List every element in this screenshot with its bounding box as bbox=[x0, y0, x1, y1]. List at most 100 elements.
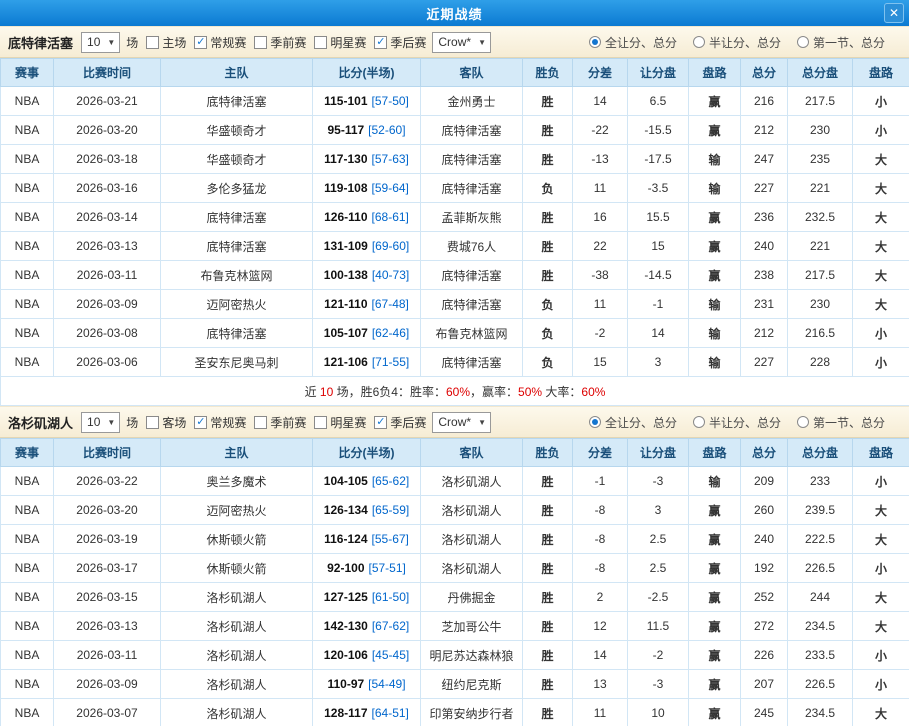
table-row: NBA2026-03-06圣安东尼奥马刺121-106[71-55]底特律活塞负… bbox=[1, 348, 909, 377]
column-header: 让分盘 bbox=[628, 59, 689, 87]
cell-away-team: 明尼苏达森林狼 bbox=[421, 641, 523, 670]
stat-mode-radio[interactable]: 全让分、总分 bbox=[589, 414, 677, 431]
cell-total-result: 大 bbox=[853, 525, 909, 554]
filter-checkbox[interactable]: 客场 bbox=[146, 414, 186, 431]
cell-date: 2026-03-08 bbox=[54, 319, 161, 348]
summary-segment: 10 bbox=[320, 385, 333, 399]
cell-home-team: 迈阿密热火 bbox=[161, 496, 313, 525]
team-name: 洛杉矶湖人 bbox=[8, 413, 73, 432]
cell-score: 92-100[57-51] bbox=[313, 554, 421, 583]
cell-total-points: 245 bbox=[741, 699, 788, 726]
full-score: 119-108 bbox=[324, 181, 367, 195]
table-row: NBA2026-03-16多伦多猛龙119-108[59-64]底特律活塞负11… bbox=[1, 174, 909, 203]
checkbox-label: 季后赛 bbox=[390, 414, 426, 431]
table-row: NBA2026-03-09洛杉矶湖人110-97[54-49]纽约尼克斯胜13-… bbox=[1, 670, 909, 699]
odds-company-select[interactable]: Crow*▼ bbox=[432, 412, 491, 433]
half-score: [68-61] bbox=[372, 210, 409, 224]
filter-checkbox[interactable]: 明星赛 bbox=[314, 34, 366, 51]
checkbox-label: 主场 bbox=[162, 34, 186, 51]
column-header: 客队 bbox=[421, 59, 523, 87]
checkbox-checked-icon: ✓ bbox=[374, 36, 387, 49]
cell-total-line: 230 bbox=[788, 116, 853, 145]
stat-mode-radio[interactable]: 半让分、总分 bbox=[693, 34, 781, 51]
chevron-down-icon: ▼ bbox=[107, 38, 115, 47]
cell-away-team: 芝加哥公牛 bbox=[421, 612, 523, 641]
odds-company-select[interactable]: Crow*▼ bbox=[432, 32, 491, 53]
cell-score: 126-110 [68-61] bbox=[313, 203, 421, 232]
filter-checkbox[interactable]: 季前赛 bbox=[254, 414, 306, 431]
cell-score: 126-134[65-59] bbox=[313, 496, 421, 525]
filter-checkbox[interactable]: 明星赛 bbox=[314, 414, 366, 431]
cell-league: NBA bbox=[1, 467, 54, 496]
cell-home-team: 华盛顿奇才 bbox=[161, 116, 313, 145]
half-score: [67-62] bbox=[372, 619, 409, 633]
filter-checkbox[interactable]: 季前赛 bbox=[254, 34, 306, 51]
full-score: 131-109 bbox=[324, 239, 368, 253]
column-header: 主队 bbox=[161, 439, 313, 467]
cell-date: 2026-03-16 bbox=[54, 174, 161, 203]
chevron-down-icon: ▼ bbox=[478, 38, 486, 47]
stat-mode-radio[interactable]: 半让分、总分 bbox=[693, 414, 781, 431]
cell-score: 115-101[57-50] bbox=[313, 87, 421, 116]
radio-label: 第一节、总分 bbox=[813, 34, 885, 51]
column-header: 比赛时间 bbox=[54, 59, 161, 87]
filter-checkbox[interactable]: ✓常规赛 bbox=[194, 414, 246, 431]
checkbox-unchecked-icon bbox=[314, 416, 327, 429]
filter-checkbox[interactable]: ✓季后赛 bbox=[374, 414, 426, 431]
cell-date: 2026-03-09 bbox=[54, 290, 161, 319]
column-header: 比赛时间 bbox=[54, 439, 161, 467]
table-row: NBA2026-03-22奥兰多魔术104-105[65-62]洛杉矶湖人胜-1… bbox=[1, 467, 909, 496]
cell-away-team: 纽约尼克斯 bbox=[421, 670, 523, 699]
column-header: 客队 bbox=[421, 439, 523, 467]
cell-date: 2026-03-07 bbox=[54, 699, 161, 726]
cell-handicap-result: 赢 bbox=[689, 641, 741, 670]
cell-point-diff: 2 bbox=[573, 583, 628, 612]
cell-total-result: 小 bbox=[853, 87, 909, 116]
cell-home-team: 多伦多猛龙 bbox=[161, 174, 313, 203]
cell-point-diff: -8 bbox=[573, 525, 628, 554]
table-row: NBA2026-03-18华盛顿奇才117-130[57-63]底特律活塞胜-1… bbox=[1, 145, 909, 174]
cell-handicap-line: -17.5 bbox=[628, 145, 689, 174]
stat-mode-radio[interactable]: 全让分、总分 bbox=[589, 34, 677, 51]
cell-handicap-result: 赢 bbox=[689, 87, 741, 116]
cell-handicap-line: -14.5 bbox=[628, 261, 689, 290]
cell-point-diff: -8 bbox=[573, 496, 628, 525]
table-row: NBA2026-03-20华盛顿奇才95-117[52-60]底特律活塞胜-22… bbox=[1, 116, 909, 145]
stat-mode-radio[interactable]: 第一节、总分 bbox=[797, 34, 885, 51]
filter-checkbox[interactable]: ✓季后赛 bbox=[374, 34, 426, 51]
table-row: NBA2026-03-11洛杉矶湖人120-106[45-45]明尼苏达森林狼胜… bbox=[1, 641, 909, 670]
cell-total-result: 大 bbox=[853, 232, 909, 261]
radio-label: 第一节、总分 bbox=[813, 414, 885, 431]
cell-away-team: 洛杉矶湖人 bbox=[421, 554, 523, 583]
cell-total-points: 192 bbox=[741, 554, 788, 583]
games-count-select[interactable]: 10▼ bbox=[81, 412, 120, 433]
cell-win-loss: 胜 bbox=[523, 145, 573, 174]
filter-checkbox[interactable]: 主场 bbox=[146, 34, 186, 51]
cell-handicap-line: 6.5 bbox=[628, 87, 689, 116]
cell-handicap-result: 输 bbox=[689, 145, 741, 174]
full-score: 115-101 bbox=[324, 94, 367, 108]
cell-score: 127-125[61-50] bbox=[313, 583, 421, 612]
cell-score: 121-106[71-55] bbox=[313, 348, 421, 377]
cell-point-diff: 15 bbox=[573, 348, 628, 377]
table-row: NBA2026-03-17休斯顿火箭92-100[57-51]洛杉矶湖人胜-82… bbox=[1, 554, 909, 583]
cell-handicap-result: 输 bbox=[689, 174, 741, 203]
column-header: 总分 bbox=[741, 59, 788, 87]
cell-league: NBA bbox=[1, 290, 54, 319]
cell-total-points: 236 bbox=[741, 203, 788, 232]
stat-mode-radio[interactable]: 第一节、总分 bbox=[797, 414, 885, 431]
full-score: 128-117 bbox=[324, 706, 367, 720]
cell-handicap-line: 15 bbox=[628, 232, 689, 261]
cell-league: NBA bbox=[1, 612, 54, 641]
checkbox-label: 明星赛 bbox=[330, 34, 366, 51]
cell-win-loss: 胜 bbox=[523, 496, 573, 525]
cell-total-line: 217.5 bbox=[788, 261, 853, 290]
checkbox-checked-icon: ✓ bbox=[194, 416, 207, 429]
games-count-select[interactable]: 10▼ bbox=[81, 32, 120, 53]
close-icon[interactable]: ✕ bbox=[884, 3, 904, 23]
filter-checkbox[interactable]: ✓常规赛 bbox=[194, 34, 246, 51]
cell-total-line: 226.5 bbox=[788, 670, 853, 699]
cell-total-points: 231 bbox=[741, 290, 788, 319]
cell-win-loss: 负 bbox=[523, 348, 573, 377]
full-score: 126-110 bbox=[324, 210, 367, 224]
